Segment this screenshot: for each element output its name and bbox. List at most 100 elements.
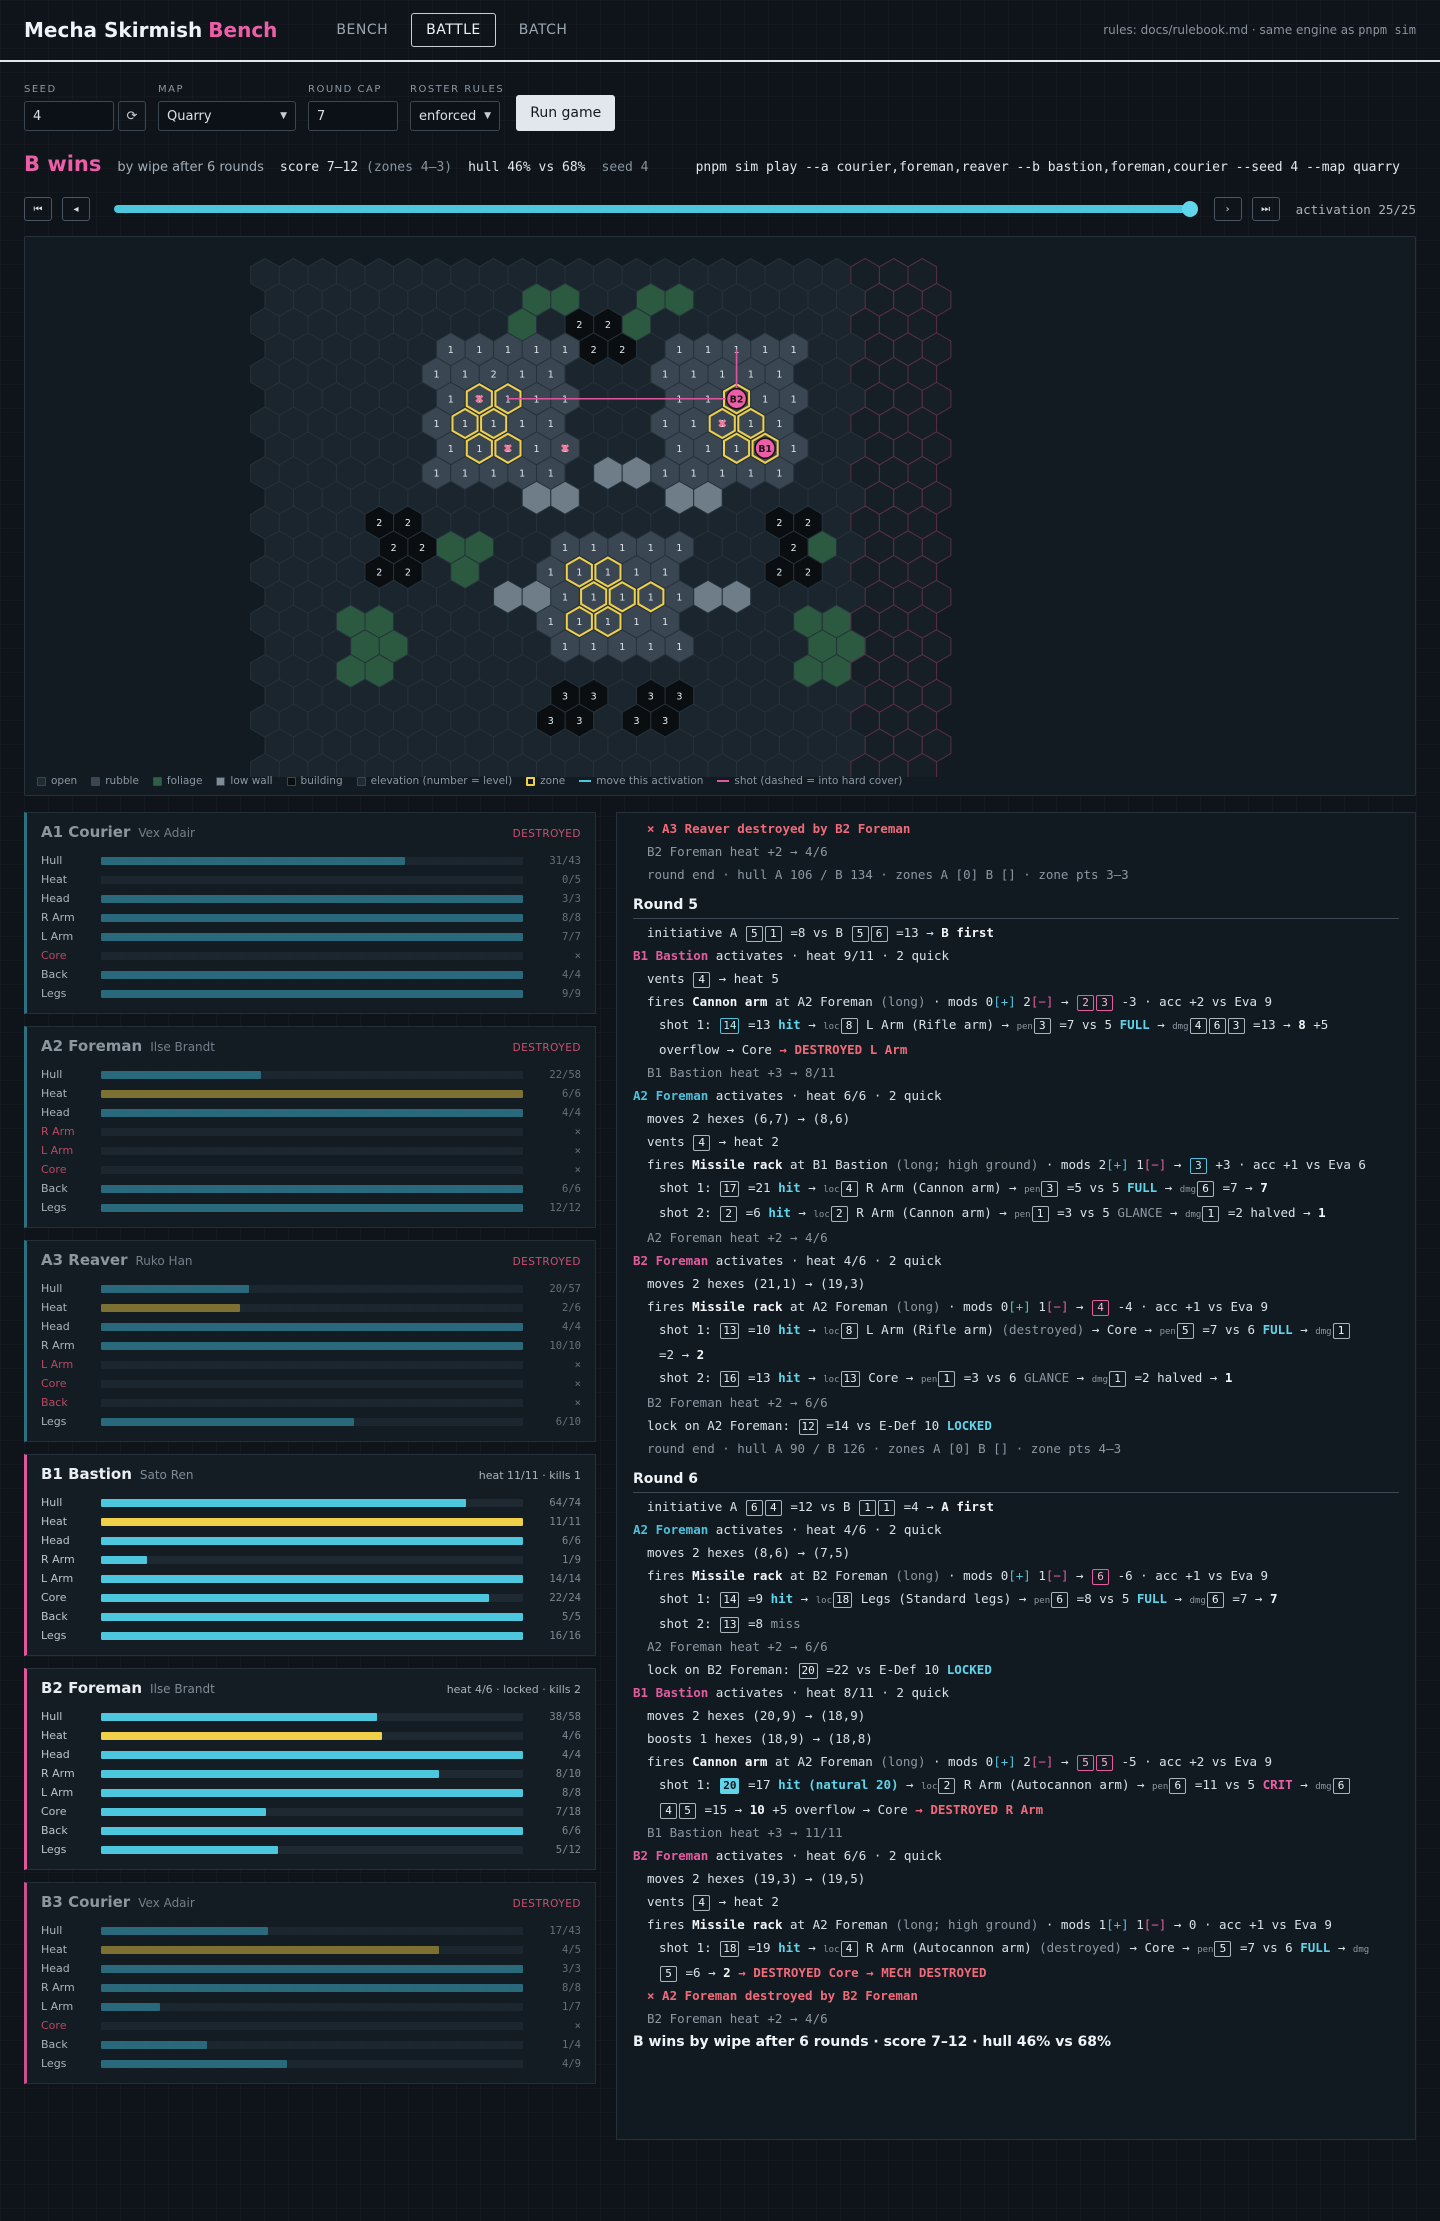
stat-value: 31/43 — [549, 854, 581, 867]
stat-bar — [101, 913, 523, 922]
unit-card-header: A3 Reaver Ruko Han DESTROYED — [41, 1251, 581, 1273]
stat-bar — [101, 1108, 523, 1117]
stat-bar — [101, 2021, 523, 2030]
stat-bar-fill — [101, 1341, 523, 1350]
stat-label: L Arm — [41, 2000, 74, 2013]
stat-bar — [101, 1379, 523, 1388]
stat-value: 1/4 — [562, 2038, 581, 2051]
stat-value: × — [574, 1396, 581, 1409]
elevation-level: 2 — [776, 518, 782, 529]
legend-item: open — [37, 775, 77, 787]
stat-bar-fill — [101, 1417, 355, 1426]
elevation-level: 2 — [605, 320, 611, 331]
legend-label: move this activation — [596, 775, 704, 787]
unit-name: A3 Reaver — [41, 1251, 128, 1269]
unit-card[interactable]: A1 Courier Vex Adair DESTROYED Hull 31/43 Hea… — [24, 812, 596, 1014]
next-activation-icon[interactable]: › — [1213, 197, 1242, 221]
round-cap-input[interactable]: 7 — [308, 101, 398, 131]
stat-row: Head 4/4 — [41, 1317, 581, 1336]
wreck-icon: ✖ — [474, 392, 484, 406]
log-line: overflow → Core → DESTROYED L Arm — [659, 1042, 908, 1057]
legend-label: low wall — [230, 775, 273, 787]
elevation-level: 1 — [648, 592, 654, 603]
elevation-level: 1 — [634, 617, 640, 628]
stat-row: Head 4/4 — [41, 1745, 581, 1764]
elevation-level: 1 — [619, 543, 625, 554]
unit-card[interactable]: B2 Foreman Ilse Brandt heat 4/6 · locked ·… — [24, 1668, 596, 1870]
legend-swatch — [286, 776, 296, 786]
first-activation-icon[interactable]: ⏮ — [24, 197, 52, 221]
stat-bar-fill — [101, 1108, 523, 1117]
legend-swatch — [579, 780, 592, 782]
battle-log[interactable]: × A3 Reaver destroyed by B2 Foreman B2 Fo… — [616, 812, 1416, 2140]
stat-row: L Arm × — [41, 1141, 581, 1160]
map-select[interactable]: Quarry ▼ — [158, 101, 296, 131]
legend-label: elevation (number = level) — [370, 775, 513, 787]
legend-swatch — [526, 776, 536, 786]
stat-bar-fill — [101, 1322, 523, 1331]
unit-status: DESTROYED — [512, 828, 581, 840]
stat-label: Legs — [41, 1415, 67, 1428]
stat-row: Heat 4/6 — [41, 1726, 581, 1745]
seed-summary: seed 4 — [601, 160, 649, 175]
roster-select[interactable]: enforced ▼ — [410, 101, 500, 131]
elevation-level: 1 — [791, 394, 797, 405]
stat-label: Back — [41, 1824, 68, 1837]
log-line: round end · hull A 106 / B 134 · zones A… — [647, 867, 1129, 882]
stat-bar-fill — [101, 1070, 262, 1079]
elevation-level: 1 — [748, 370, 754, 381]
log-line: A2 Foreman activates · heat 6/6 · 2 quic… — [633, 1088, 942, 1103]
stat-value: 4/4 — [562, 1748, 581, 1761]
stat-bar-fill — [101, 1712, 378, 1721]
elevation-level: 2 — [376, 568, 382, 579]
stat-row: Hull 22/58 — [41, 1065, 581, 1084]
winner-label: B wins — [24, 152, 102, 176]
stat-row: Heat 6/6 — [41, 1084, 581, 1103]
stat-value: 5/5 — [562, 1610, 581, 1623]
unit-card[interactable]: B3 Courier Vex Adair DESTROYED Hull 17/43 Hea… — [24, 1882, 596, 2084]
stat-value: 4/5 — [562, 1943, 581, 1956]
run-game-button[interactable]: Run game — [516, 95, 616, 131]
reseed-icon[interactable]: ⟳ — [118, 101, 146, 131]
log-line: =2 → 2 — [659, 1347, 705, 1362]
prev-activation-icon[interactable]: ◂ — [62, 197, 90, 221]
stat-bar-fill — [101, 1926, 268, 1935]
stat-row: Back 1/4 — [41, 2035, 581, 2054]
log-line: moves 2 hexes (21,1) → (19,3) — [647, 1276, 866, 1291]
tab-bench[interactable]: BENCH — [321, 13, 403, 47]
stat-row: Legs 5/12 — [41, 1840, 581, 1859]
stat-bar — [101, 1536, 523, 1545]
unit-card[interactable]: A3 Reaver Ruko Han DESTROYED Hull 20/57 Heat 2… — [24, 1240, 596, 1442]
log-line: fires Missile rack at B2 Foreman (long) … — [647, 1568, 1269, 1585]
stat-value: × — [574, 1125, 581, 1138]
elevation-level: 1 — [776, 370, 782, 381]
log-line: A2 Foreman activates · heat 4/6 · 2 quic… — [633, 1522, 942, 1537]
unit-name: B2 Foreman — [41, 1679, 143, 1697]
elevation-level: 1 — [505, 345, 511, 356]
log-line: 5 =6 → 2 → DESTROYED Core → MECH DESTROY… — [633, 1964, 1399, 1982]
hex-map[interactable]: 2 2 1 1 1 1 1 2 2 1 1 1 1 1 1 1 2 1 1 1 1 1 1 1 1 1 1 1 1 1 1 1 1 1 1 1 1 1 1 1… — [25, 237, 1417, 777]
stat-value: 17/43 — [549, 1924, 581, 1937]
stat-row: L Arm 1/7 — [41, 1997, 581, 2016]
timeline-slider[interactable] — [114, 201, 1198, 217]
seed-input[interactable]: 4 — [24, 101, 114, 131]
last-activation-icon[interactable]: ⏭ — [1251, 197, 1280, 221]
elevation-level: 2 — [776, 568, 782, 579]
unit-card[interactable]: B1 Bastion Sato Ren heat 11/11 · kills 1 Hu… — [24, 1454, 596, 1656]
elevation-level: 1 — [462, 469, 468, 480]
timeline-thumb[interactable] — [1181, 201, 1198, 217]
elevation-level: 1 — [491, 469, 497, 480]
stat-bar-fill — [101, 1769, 439, 1778]
stat-row: Hull 38/58 — [41, 1707, 581, 1726]
stat-label: Back — [41, 1610, 68, 1623]
log-line: × A3 Reaver destroyed by B2 Foreman — [647, 821, 911, 836]
stat-label: Hull — [41, 1068, 63, 1081]
unit-card[interactable]: A2 Foreman Ilse Brandt DESTROYED Hull 22/58 H… — [24, 1026, 596, 1228]
stat-value: 4/4 — [562, 968, 581, 981]
tab-battle[interactable]: BATTLE — [411, 13, 496, 47]
roster-label: ROSTER RULES — [410, 84, 505, 95]
roster-control: ROSTER RULES enforced ▼ — [410, 84, 504, 131]
stat-bar — [101, 2002, 523, 2011]
tab-batch[interactable]: BATCH — [504, 13, 583, 47]
legend-label: building — [300, 775, 343, 787]
